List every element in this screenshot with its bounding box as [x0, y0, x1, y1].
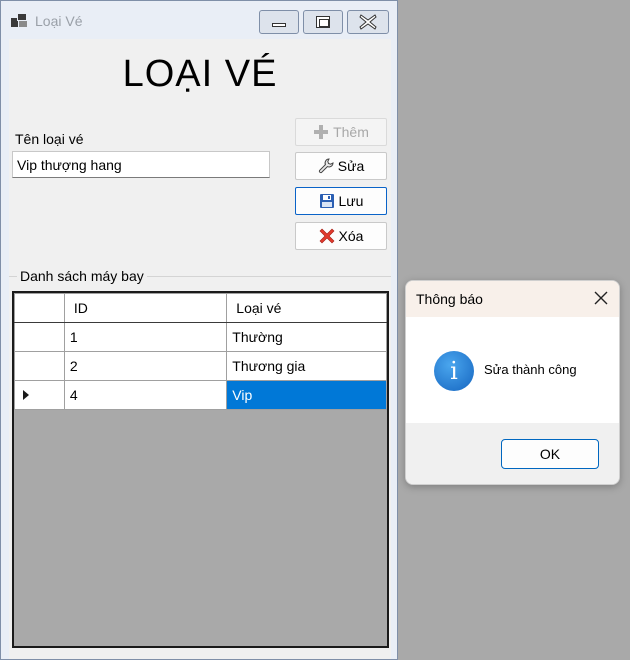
minimize-icon: [272, 23, 286, 27]
edit-button[interactable]: Sửa: [295, 152, 387, 180]
delete-button-label: Xóa: [338, 228, 364, 244]
close-icon: [359, 14, 377, 30]
add-button-label: Thêm: [333, 124, 369, 140]
current-row-arrow-icon: [23, 390, 29, 400]
page-title: LOẠI VÉ: [122, 53, 278, 95]
ok-button[interactable]: OK: [501, 439, 599, 469]
data-grid[interactable]: ID Loại vé 1 Thường 2 Thương gia 4 Vip: [12, 291, 389, 648]
row-header[interactable]: [14, 351, 65, 381]
delete-button[interactable]: Xóa: [295, 222, 387, 250]
title-bar[interactable]: Loại Vé: [1, 1, 397, 37]
close-icon: [594, 291, 608, 305]
column-header-id[interactable]: ID: [63, 293, 228, 323]
maximize-icon: [316, 16, 330, 28]
column-header-ticket-type[interactable]: Loại vé: [226, 293, 387, 323]
row-header[interactable]: [14, 322, 65, 352]
info-icon: i: [434, 351, 474, 391]
table-row[interactable]: 2 Thương gia: [14, 351, 387, 381]
list-group: Danh sách máy bay ID Loại vé 1 Thường 2 …: [9, 268, 391, 659]
group-label: Danh sách máy bay: [17, 268, 147, 284]
cell-id[interactable]: 4: [63, 380, 228, 410]
ticket-type-label: Tên loại vé: [15, 131, 84, 147]
ticket-type-input[interactable]: [12, 151, 270, 178]
app-icon: [11, 13, 27, 27]
cell-ticket-type-selected[interactable]: Vip: [226, 380, 387, 410]
wrench-icon: [318, 158, 334, 174]
dialog-close-button[interactable]: [592, 289, 610, 307]
edit-button-label: Sửa: [337, 158, 365, 174]
table-row[interactable]: 1 Thường: [14, 322, 387, 352]
row-header-corner[interactable]: [14, 293, 65, 323]
client-area: LOẠI VÉ Tên loại vé Thêm Sửa Lưu: [9, 39, 391, 659]
dialog-body: i Sửa thành công: [406, 317, 619, 423]
maximize-button[interactable]: [303, 10, 343, 34]
floppy-disk-icon: [319, 194, 334, 208]
save-button-label: Lưu: [338, 193, 364, 209]
main-window: Loại Vé LOẠI VÉ Tên loại vé Thêm Sửa: [0, 0, 398, 660]
add-button[interactable]: Thêm: [295, 118, 387, 146]
dialog-title-bar[interactable]: Thông báo: [406, 281, 619, 317]
dialog-message: Sửa thành công: [484, 362, 577, 377]
plus-icon: [314, 125, 329, 139]
save-button[interactable]: Lưu: [295, 187, 387, 215]
red-x-icon: [319, 228, 334, 244]
dialog-footer: OK: [406, 423, 619, 484]
message-dialog: Thông báo i Sửa thành công OK: [405, 280, 620, 485]
cell-ticket-type[interactable]: Thường: [226, 322, 387, 352]
header-row: ID Loại vé: [14, 293, 387, 323]
cell-id[interactable]: 1: [63, 322, 228, 352]
cell-ticket-type[interactable]: Thương gia: [226, 351, 387, 381]
close-button[interactable]: [347, 10, 389, 34]
grid-table: ID Loại vé 1 Thường 2 Thương gia 4 Vip: [14, 293, 387, 410]
minimize-button[interactable]: [259, 10, 299, 34]
row-header[interactable]: [14, 380, 65, 410]
dialog-title: Thông báo: [416, 291, 483, 307]
table-row[interactable]: 4 Vip: [14, 380, 387, 410]
cell-id[interactable]: 2: [63, 351, 228, 381]
window-title: Loại Vé: [35, 13, 83, 29]
